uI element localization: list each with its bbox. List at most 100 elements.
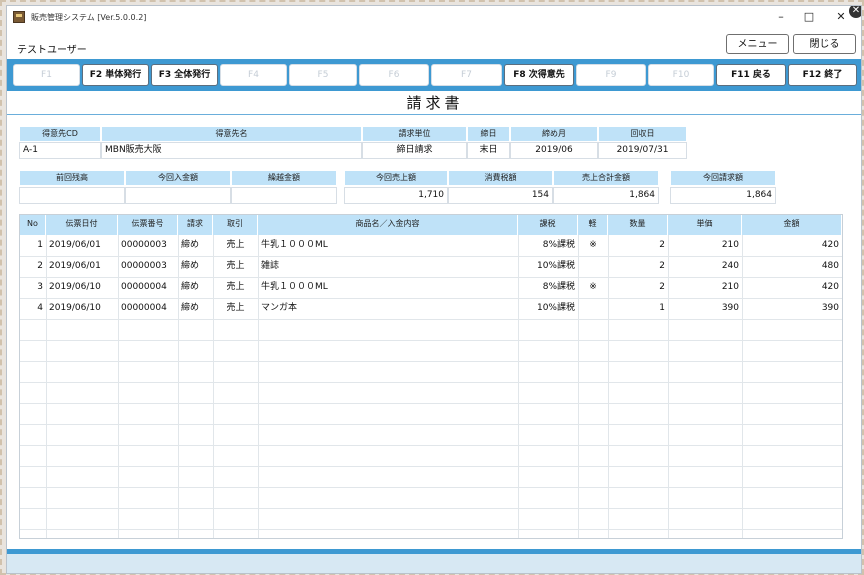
row-divider — [20, 466, 842, 467]
column-header: 伝票日付 — [46, 215, 118, 235]
window-title: 販売管理システム [Ver.5.0.0.2] — [31, 13, 147, 22]
app-icon — [13, 11, 25, 23]
fkey-12-button[interactable]: F12 終了 — [788, 64, 857, 86]
table-cell[interactable]: 売上 — [213, 277, 258, 298]
info-header: 締め月 — [510, 126, 598, 142]
summary2-header: 消費税額 — [448, 170, 553, 186]
table-cell[interactable]: 210 — [668, 277, 742, 298]
fkey-8-button[interactable]: F8 次得意先 — [504, 64, 574, 86]
status-bar — [7, 549, 861, 573]
fkey-2-button[interactable]: F2 単体発行 — [82, 64, 149, 86]
row-divider — [20, 340, 842, 341]
column-header: 金額 — [742, 215, 842, 235]
row-divider — [20, 508, 842, 509]
fkey-3-button[interactable]: F3 全体発行 — [151, 64, 218, 86]
column-header: 単価 — [668, 215, 742, 235]
fkey-11-button[interactable]: F11 戻る — [716, 64, 786, 86]
table-cell[interactable]: 210 — [668, 235, 742, 256]
table-cell[interactable]: 牛乳１０００ML — [258, 277, 518, 298]
table-cell[interactable]: 390 — [742, 298, 842, 319]
row-divider — [20, 361, 842, 362]
column-header: 数量 — [608, 215, 668, 235]
table-cell[interactable]: 240 — [668, 256, 742, 277]
table-cell[interactable]: 牛乳１０００ML — [258, 235, 518, 256]
table-cell[interactable]: 00000004 — [118, 298, 178, 319]
table-cell[interactable]: 00000003 — [118, 256, 178, 277]
table-cell[interactable]: 2019/06/01 — [46, 256, 118, 277]
column-header: No — [20, 215, 46, 235]
info-header: 得意先名 — [101, 126, 362, 142]
table-cell[interactable] — [578, 298, 608, 319]
table-cell[interactable]: ※ — [578, 277, 608, 298]
table-cell[interactable]: 420 — [742, 277, 842, 298]
table-cell[interactable]: 420 — [742, 235, 842, 256]
column-header: 伝票番号 — [118, 215, 178, 235]
table-cell[interactable]: 480 — [742, 256, 842, 277]
title-bar: 販売管理システム [Ver.5.0.0.2] – □ ✕ ✕ — [7, 6, 861, 30]
detail-table[interactable]: No 伝票日付 伝票番号 請求 取引 商品名／入金内容 課税軽数量 単価 金額 1 2019/06/… — [19, 214, 843, 551]
table-cell[interactable] — [578, 256, 608, 277]
close-window-button[interactable]: ✕ — [831, 9, 851, 25]
table-cell[interactable]: 売上 — [213, 256, 258, 277]
table-cell[interactable]: 1 — [608, 298, 668, 319]
summary2-value: 1,864 — [553, 187, 659, 204]
page-title: 請求書 — [7, 92, 861, 115]
summary2-value: 1,710 — [344, 187, 448, 204]
table-cell[interactable]: 10%課税 — [518, 298, 578, 319]
summary1-header: 前回残高 — [19, 170, 125, 186]
table-cell[interactable]: マンガ本 — [258, 298, 518, 319]
table-cell[interactable]: 2 — [608, 235, 668, 256]
maximize-button[interactable]: □ — [799, 9, 819, 25]
summary1-value — [19, 187, 125, 204]
table-cell[interactable]: 1 — [20, 235, 46, 256]
info-value: 末日 — [467, 142, 510, 159]
info-value: 2019/06 — [510, 142, 598, 159]
info-header: 回収日 — [598, 126, 687, 142]
close-icon[interactable]: ✕ — [849, 6, 861, 18]
row-divider — [20, 487, 842, 488]
table-cell[interactable]: 2019/06/01 — [46, 235, 118, 256]
table-cell[interactable]: 3 — [20, 277, 46, 298]
table-cell[interactable]: 00000003 — [118, 235, 178, 256]
column-header: 請求 — [178, 215, 213, 235]
table-cell[interactable]: 10%課税 — [518, 256, 578, 277]
table-cell[interactable]: 2 — [20, 256, 46, 277]
app-window: 販売管理システム [Ver.5.0.0.2] – □ ✕ ✕ テストユーザー メ… — [6, 5, 862, 574]
row-divider — [20, 403, 842, 404]
row-divider — [20, 382, 842, 383]
table-cell[interactable]: 2 — [608, 277, 668, 298]
summary2-header: 今回売上額 — [344, 170, 448, 186]
close-button[interactable]: 閉じる — [793, 34, 856, 54]
info-header: 得意先CD — [19, 126, 101, 142]
fkey-1-button: F1 — [13, 64, 80, 86]
fkey-6-button: F6 — [359, 64, 429, 86]
fkey-4-button: F4 — [220, 64, 287, 86]
table-cell[interactable]: 売上 — [213, 235, 258, 256]
menu-button[interactable]: メニュー — [726, 34, 789, 54]
user-name: テストユーザー — [17, 45, 87, 56]
table-cell[interactable]: 売上 — [213, 298, 258, 319]
table-cell[interactable]: 締め — [178, 277, 213, 298]
table-cell[interactable]: 8%課税 — [518, 277, 578, 298]
column-header: 課税 — [518, 215, 578, 235]
table-cell[interactable]: 390 — [668, 298, 742, 319]
table-cell[interactable]: ※ — [578, 235, 608, 256]
table-cell[interactable]: 締め — [178, 235, 213, 256]
fkey-10-button: F10 — [648, 64, 714, 86]
table-cell[interactable]: 4 — [20, 298, 46, 319]
row-divider — [20, 529, 842, 530]
table-cell[interactable]: 雑誌 — [258, 256, 518, 277]
row-divider — [20, 445, 842, 446]
table-cell[interactable]: 2019/06/10 — [46, 277, 118, 298]
table-cell[interactable]: 00000004 — [118, 277, 178, 298]
table-cell[interactable]: 2 — [608, 256, 668, 277]
summary2-header: 売上合計金額 — [553, 170, 659, 186]
table-cell[interactable]: 8%課税 — [518, 235, 578, 256]
info-value: 2019/07/31 — [598, 142, 687, 159]
summary1-value — [125, 187, 231, 204]
table-cell[interactable]: 2019/06/10 — [46, 298, 118, 319]
minimize-button[interactable]: – — [771, 9, 791, 25]
table-cell[interactable]: 締め — [178, 256, 213, 277]
table-cell[interactable]: 締め — [178, 298, 213, 319]
fkey-5-button: F5 — [289, 64, 357, 86]
